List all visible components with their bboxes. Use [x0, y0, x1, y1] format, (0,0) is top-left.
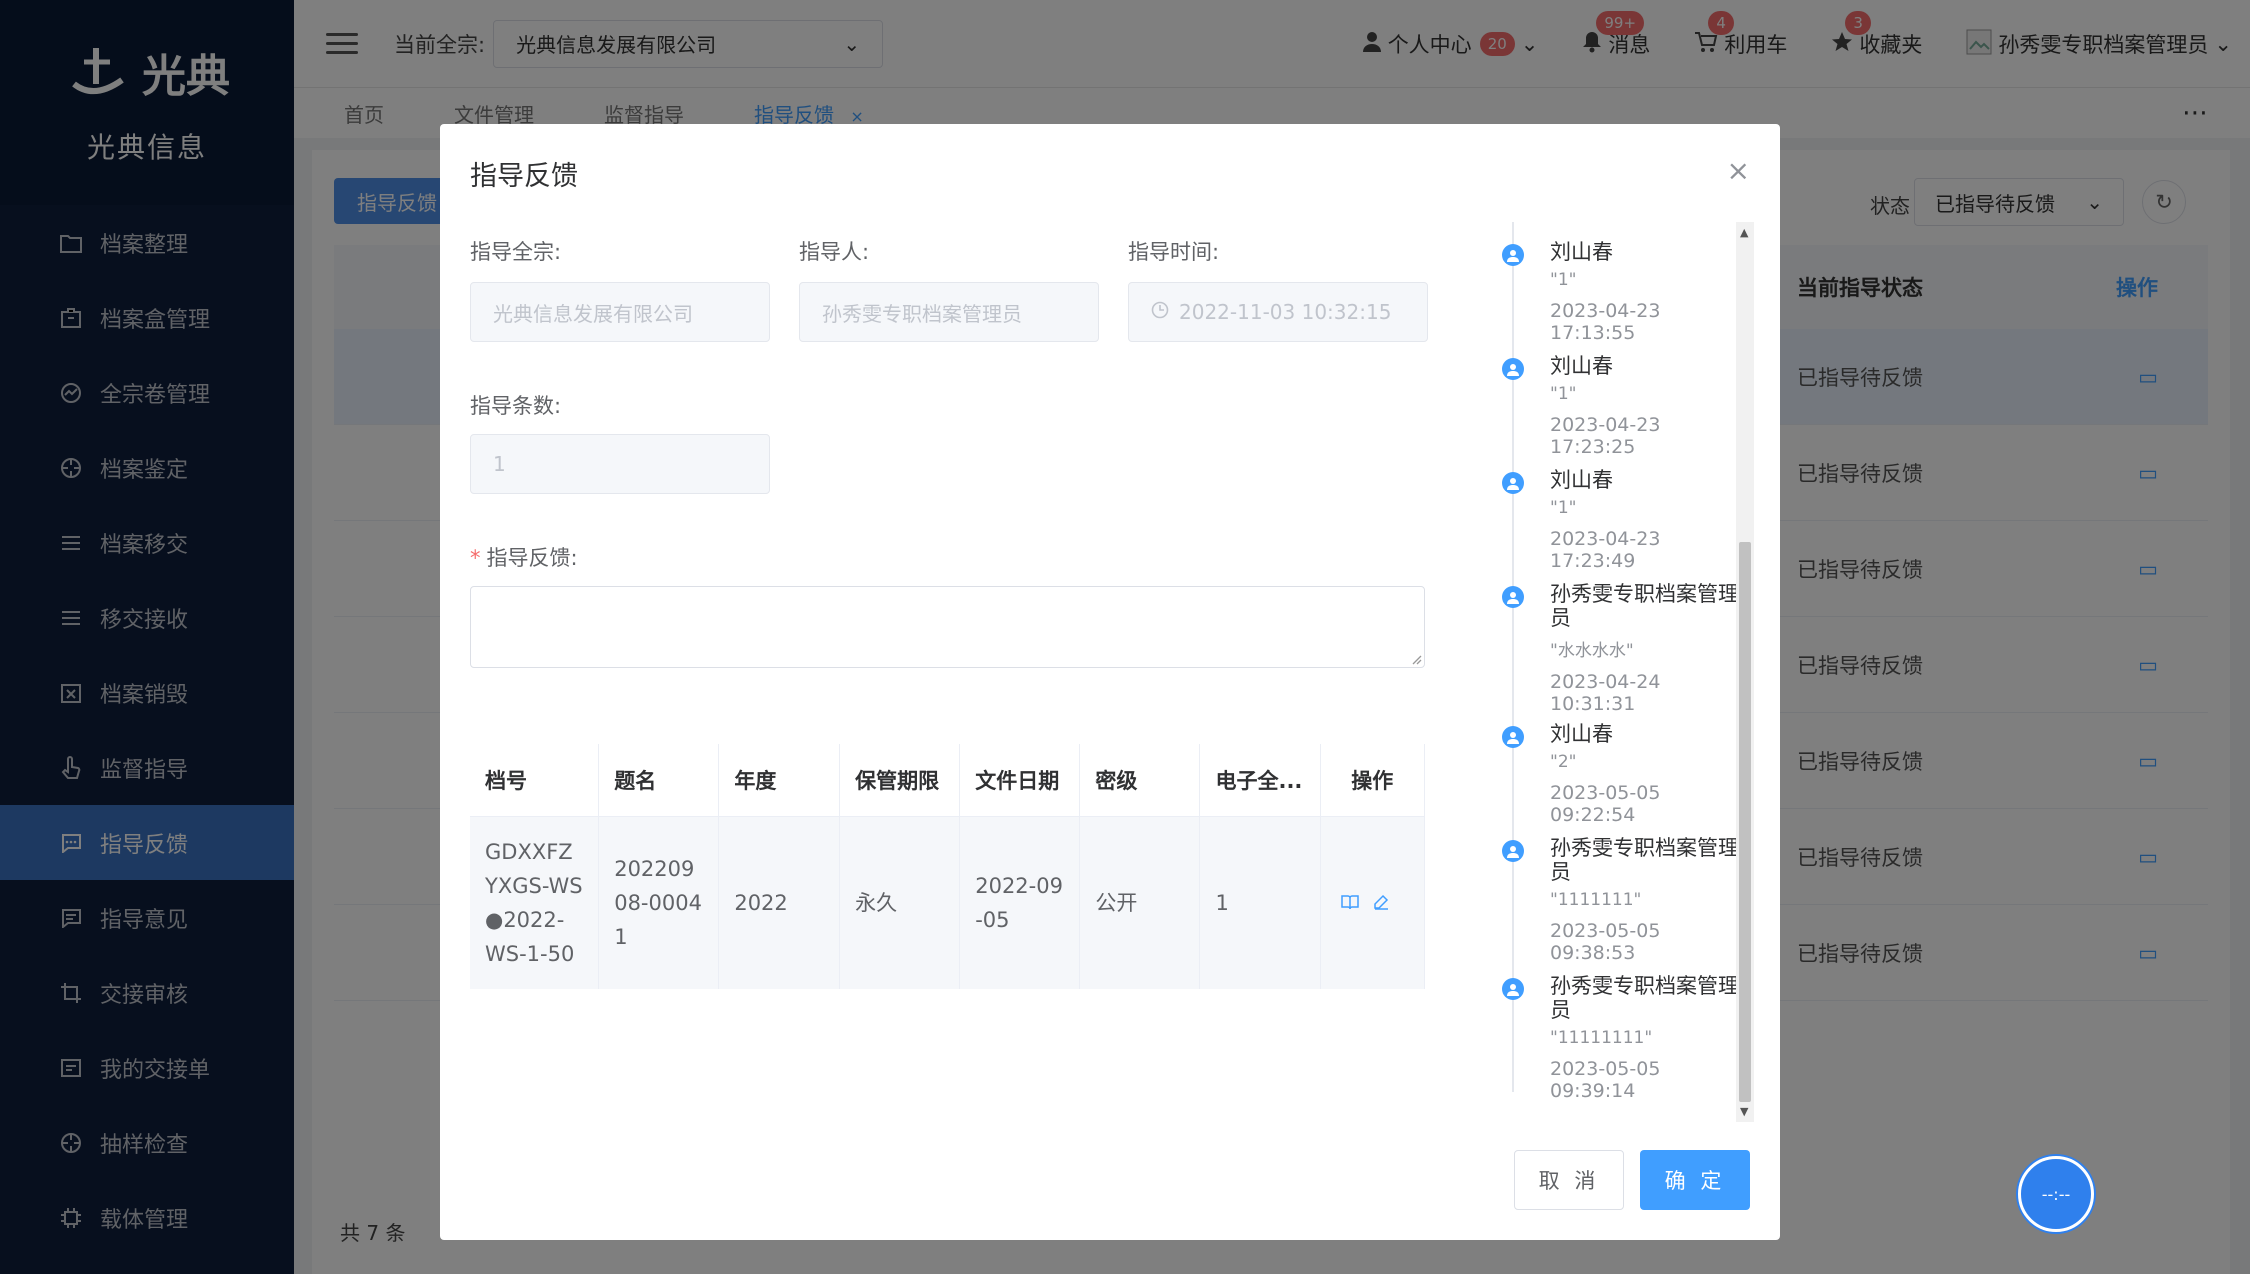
fonds-field: 光典信息发展有限公司	[470, 282, 770, 342]
col-file-date: 文件日期	[959, 744, 1081, 817]
timeline-time: 2023-05-05 09:22:54	[1550, 782, 1661, 826]
scrollbar-thumb[interactable]	[1739, 542, 1751, 1102]
timeline-time: 2023-04-24 10:31:31	[1550, 671, 1661, 715]
table-row: GDXXFZYXGS-WS●2022-WS-1-50 20220908-0004…	[470, 816, 1426, 989]
floating-clock-button[interactable]: --:--	[2018, 1156, 2094, 1232]
timeline-item: 刘山春 "2" 2023-05-05 09:22:54	[1500, 722, 1740, 826]
col-electronic: 电子全...	[1199, 744, 1321, 817]
timeline-content: "2"	[1550, 752, 1577, 772]
timeline-item: 孙秀雯专职档案管理员 "1111111" 2023-05-05 09:38:53	[1500, 836, 1740, 964]
user-icon	[1502, 726, 1524, 748]
scroll-down-icon[interactable]: ▼	[1740, 1105, 1748, 1118]
guide-person-label: 指导人:	[799, 240, 870, 264]
feedback-textarea[interactable]	[470, 586, 1425, 668]
timeline-time: 2023-05-05 09:39:14	[1550, 1058, 1661, 1102]
col-archive-no: 档号	[470, 744, 600, 817]
cell-title: 20220908-00041	[598, 816, 720, 989]
user-icon	[1502, 978, 1524, 1000]
timeline-time: 2023-05-05 09:38:53	[1550, 920, 1661, 964]
cell-year: 2022	[718, 816, 841, 989]
fonds-label: 指导全宗:	[470, 240, 562, 264]
timeline-scrollbar[interactable]: ▲ ▼	[1736, 222, 1754, 1122]
feedback-label: * 指导反馈:	[470, 542, 578, 572]
timeline-content: "1111111"	[1550, 890, 1642, 910]
timeline-name: 刘山春	[1550, 722, 1613, 746]
user-icon	[1502, 244, 1524, 266]
cell-electronic: 1	[1199, 816, 1321, 989]
guide-person-value: 孙秀雯专职档案管理员	[822, 301, 1022, 326]
dialog-title: 指导反馈	[470, 161, 578, 192]
timeline-content: "1"	[1550, 270, 1577, 290]
timeline-content: "11111111"	[1550, 1028, 1653, 1048]
close-icon[interactable]: ×	[1727, 154, 1750, 187]
count-label: 指导条数:	[470, 394, 562, 418]
col-year: 年度	[718, 744, 841, 817]
timeline-content: "1"	[1550, 498, 1577, 518]
timeline-item: 刘山春 "1" 2023-04-23 17:23:25	[1500, 354, 1740, 458]
count-value: 1	[493, 452, 506, 476]
resize-handle-icon[interactable]	[1410, 653, 1422, 665]
cell-file-date: 2022-09-05	[959, 816, 1081, 989]
timeline-item: 刘山春 "1" 2023-04-23 17:13:55	[1500, 240, 1740, 344]
col-security: 密级	[1079, 744, 1201, 817]
timeline-item: 孙秀雯专职档案管理员 "水水水水" 2023-04-24 10:31:31	[1500, 582, 1740, 715]
timeline-name: 孙秀雯专职档案管理员	[1550, 836, 1739, 884]
clock-icon	[1151, 300, 1169, 324]
user-icon	[1502, 840, 1524, 862]
archive-table: 档号 题名 年度 保管期限 文件日期 密级 电子全... 操作 GDXXFZYX…	[470, 744, 1426, 989]
guide-time-label: 指导时间:	[1128, 240, 1220, 264]
confirm-button[interactable]: 确 定	[1640, 1150, 1750, 1210]
user-icon	[1502, 586, 1524, 608]
user-icon	[1502, 472, 1524, 494]
col-op: 操作	[1320, 744, 1426, 817]
timeline-name: 孙秀雯专职档案管理员	[1550, 974, 1739, 1022]
guide-time-field: 2022-11-03 10:32:15	[1128, 282, 1428, 342]
timeline-time: 2023-04-23 17:13:55	[1550, 300, 1661, 344]
cell-op	[1320, 816, 1426, 989]
cell-retention: 永久	[839, 816, 961, 989]
cell-security: 公开	[1079, 816, 1201, 989]
timeline-name: 刘山春	[1550, 240, 1613, 264]
timeline-time: 2023-04-23 17:23:25	[1550, 414, 1661, 458]
timeline-time: 2023-04-23 17:23:49	[1550, 528, 1661, 572]
edit-icon[interactable]	[1373, 886, 1389, 920]
timeline-content: "1"	[1550, 384, 1577, 404]
guide-person-field: 孙秀雯专职档案管理员	[799, 282, 1099, 342]
timeline-item: 刘山春 "1" 2023-04-23 17:23:49	[1500, 468, 1740, 572]
count-field: 1	[470, 434, 770, 494]
feedback-timeline: 刘山春 "1" 2023-04-23 17:13:55 刘山春 "1" 2023…	[1500, 222, 1750, 1122]
cancel-button[interactable]: 取 消	[1514, 1150, 1624, 1210]
cell-archive-no: GDXXFZYXGS-WS●2022-WS-1-50	[470, 816, 600, 989]
table-header-row: 档号 题名 年度 保管期限 文件日期 密级 电子全... 操作	[470, 744, 1426, 817]
timeline-name: 刘山春	[1550, 354, 1613, 378]
timeline-name: 刘山春	[1550, 468, 1613, 492]
col-title: 题名	[598, 744, 720, 817]
fonds-value: 光典信息发展有限公司	[493, 301, 693, 326]
timeline-item: 孙秀雯专职档案管理员 "11111111" 2023-05-05 09:39:1…	[1500, 974, 1740, 1102]
feedback-label-text: 指导反馈:	[486, 546, 578, 570]
feedback-dialog: 指导反馈 × 指导全宗: 光典信息发展有限公司 指导人: 孙秀雯专职档案管理员 …	[440, 124, 1780, 1240]
guide-time-value: 2022-11-03 10:32:15	[1179, 300, 1392, 324]
book-icon[interactable]	[1341, 886, 1359, 920]
scroll-up-icon[interactable]: ▲	[1740, 226, 1748, 239]
col-retention: 保管期限	[839, 744, 961, 817]
timeline-name: 孙秀雯专职档案管理员	[1550, 582, 1739, 630]
required-mark: *	[470, 546, 481, 570]
timeline-content: "水水水水"	[1550, 641, 1634, 661]
user-icon	[1502, 358, 1524, 380]
